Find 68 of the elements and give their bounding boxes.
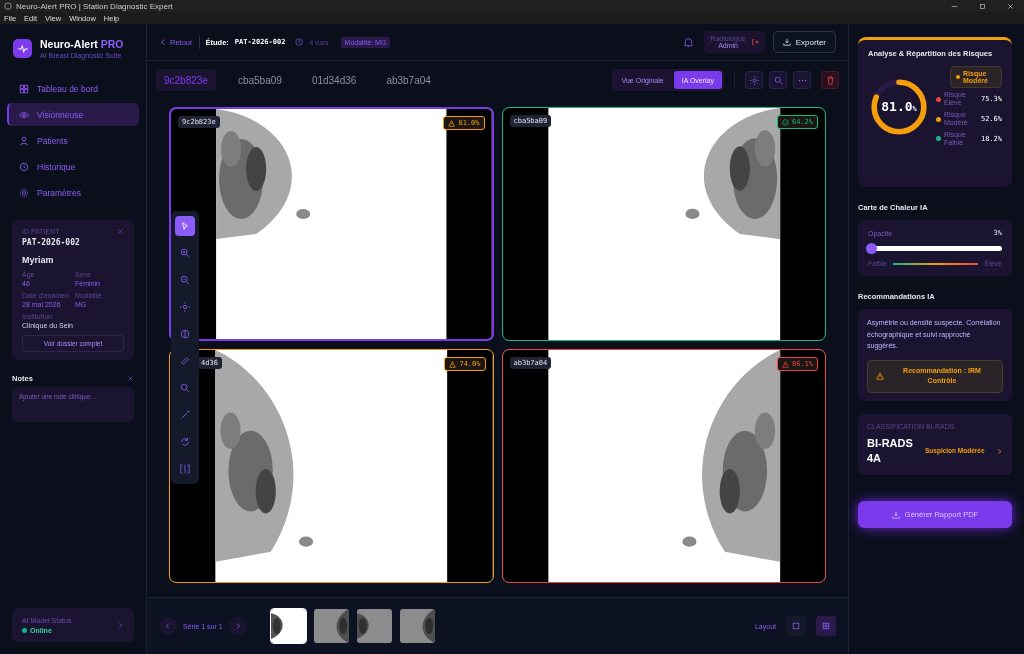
pointer-icon [180,221,190,231]
warning-icon [448,119,456,127]
close-icon[interactable] [127,375,134,382]
search-icon [773,75,783,85]
clock-icon [295,38,304,46]
clock-icon [19,161,29,172]
ruler-icon [180,356,190,366]
rotate-icon [180,437,190,447]
nav-item[interactable]: Patients [7,129,139,152]
sun-icon [180,302,190,312]
brightness-button[interactable] [745,71,763,89]
patient-name: Myriam [22,255,55,265]
study-tab[interactable]: ab3b7a04 [378,69,439,91]
trash-icon [825,75,835,85]
grid-layout-button[interactable] [816,616,836,636]
chevron-icon [159,38,167,46]
single-layout-button[interactable] [786,616,806,636]
nav-item[interactable]: Visionneuse [7,103,139,126]
grid-icon [822,622,830,630]
wand-icon [180,410,190,420]
eye-icon [19,109,29,120]
logout-icon [750,38,759,46]
gear-icon [19,187,29,198]
nav-item[interactable]: Tableau de bord [7,77,139,100]
check-icon [781,118,789,126]
warning-icon [449,360,457,368]
study-tab[interactable]: 01d34d36 [303,69,365,91]
delete-button[interactable] [821,71,839,89]
warning-icon [781,360,789,368]
search-icon [180,383,190,393]
previous-button[interactable] [159,617,177,635]
nav-item[interactable]: Paramètres [7,181,139,204]
thumbnail[interactable] [270,609,306,643]
chevron-left-icon [164,622,172,630]
sun-icon [749,75,759,85]
opacity-slider[interactable] [868,243,1002,254]
app-icon [4,2,12,10]
person-icon [19,135,29,146]
study-tab[interactable]: cba5ba09 [229,69,290,91]
window-title: Neuro-Alert PRO | Station Diagnostic Expert [16,1,173,11]
contrast-icon [180,329,190,339]
nav-item[interactable]: Historique [7,155,139,178]
warning-icon [876,372,884,381]
thumbnail[interactable] [356,609,392,643]
grid-icon [19,83,29,94]
patient-id: PAT-2026-002 [22,238,81,247]
close-icon[interactable] [117,228,124,235]
risk-gauge [871,79,927,135]
thumbnail[interactable] [399,609,435,643]
birads-value: BI-RADS 4A [867,435,914,467]
chevron-icon [996,447,1003,455]
search-button[interactable] [769,71,787,89]
logo-icon [13,39,32,58]
slider-thumb[interactable] [866,243,878,254]
pointer-tool[interactable] [175,216,195,236]
export-button[interactable]: Exporter [772,31,836,53]
status-dot-icon [22,627,27,633]
zoom-in-icon [180,248,190,258]
brand-name: Neuro-Alert PRO [40,38,124,50]
square-icon [792,622,800,630]
flip-icon [180,464,190,474]
zoom-out-icon [180,275,190,285]
bell-icon[interactable] [683,36,695,48]
thumbnail[interactable] [313,609,349,643]
next-button[interactable] [228,617,247,635]
download-icon [782,38,791,46]
chevron-icon [117,621,124,629]
download-icon [891,510,900,519]
